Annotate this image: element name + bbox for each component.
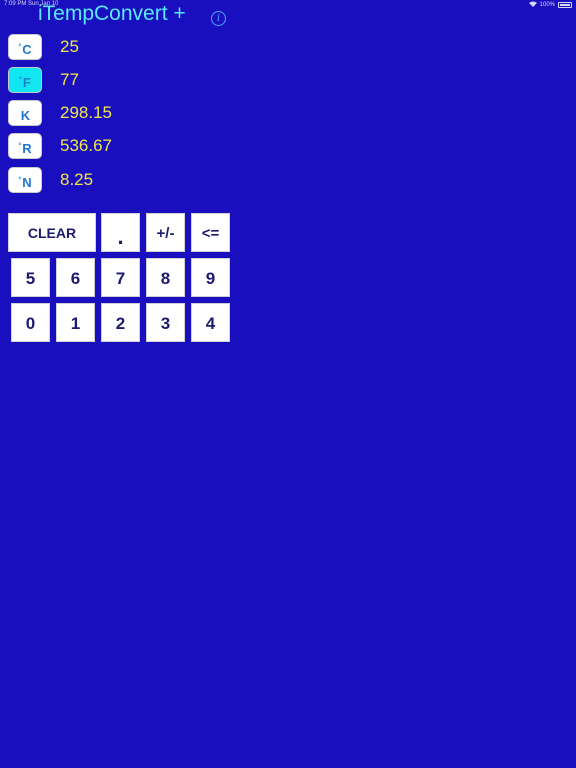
- unit-button-kelvin[interactable]: K: [8, 100, 42, 126]
- clear-button[interactable]: CLEAR: [8, 213, 96, 252]
- info-icon[interactable]: i: [211, 11, 226, 26]
- status-indicators: 100%: [528, 1, 572, 9]
- unit-row-newton: °N 8.25: [8, 167, 258, 195]
- unit-button-celsius[interactable]: °C: [8, 34, 42, 60]
- digit-3-button[interactable]: 3: [146, 303, 185, 342]
- digit-7-button[interactable]: 7: [101, 258, 140, 297]
- digit-1-button[interactable]: 1: [56, 303, 95, 342]
- digit-2-button[interactable]: 2: [101, 303, 140, 342]
- unit-button-fahrenheit[interactable]: °F: [8, 67, 42, 93]
- unit-button-rankine[interactable]: °R: [8, 133, 42, 159]
- status-time: 7:09 PM: [4, 1, 27, 7]
- unit-letter: C: [22, 42, 32, 57]
- unit-letter: R: [22, 141, 32, 156]
- sign-toggle-button[interactable]: +/-: [146, 213, 185, 252]
- unit-letter: F: [22, 75, 31, 90]
- battery-percent: 100%: [539, 2, 555, 8]
- digit-8-button[interactable]: 8: [146, 258, 185, 297]
- decimal-button[interactable]: .: [101, 213, 140, 252]
- wifi-icon: [528, 1, 537, 9]
- digit-4-button[interactable]: 4: [191, 303, 230, 342]
- unit-row-fahrenheit: °F 77: [8, 67, 258, 95]
- degree-mark: °: [19, 77, 22, 84]
- digit-5-button[interactable]: 5: [11, 258, 50, 297]
- degree-mark: °: [18, 44, 22, 51]
- backspace-button[interactable]: <=: [191, 213, 230, 252]
- degree-mark: °: [18, 143, 22, 150]
- degree-mark: °: [18, 177, 22, 184]
- unit-letter: N: [22, 175, 32, 190]
- app-title: iTempConvert +: [38, 2, 186, 25]
- unit-value-kelvin: 298.15: [60, 103, 112, 122]
- unit-value-rankine: 536.67: [60, 136, 112, 155]
- unit-row-celsius: °C 25: [8, 34, 258, 62]
- battery-icon: [558, 2, 572, 8]
- unit-letter: K: [20, 108, 31, 123]
- unit-value-celsius: 25: [60, 37, 79, 56]
- unit-value-fahrenheit: 77: [60, 70, 79, 89]
- unit-button-newton[interactable]: °N: [8, 167, 42, 193]
- unit-row-rankine: °R 536.67: [8, 133, 258, 161]
- unit-row-kelvin: K 298.15: [8, 100, 258, 128]
- digit-9-button[interactable]: 9: [191, 258, 230, 297]
- unit-value-newton: 8.25: [60, 170, 94, 189]
- digit-0-button[interactable]: 0: [11, 303, 50, 342]
- digit-6-button[interactable]: 6: [56, 258, 95, 297]
